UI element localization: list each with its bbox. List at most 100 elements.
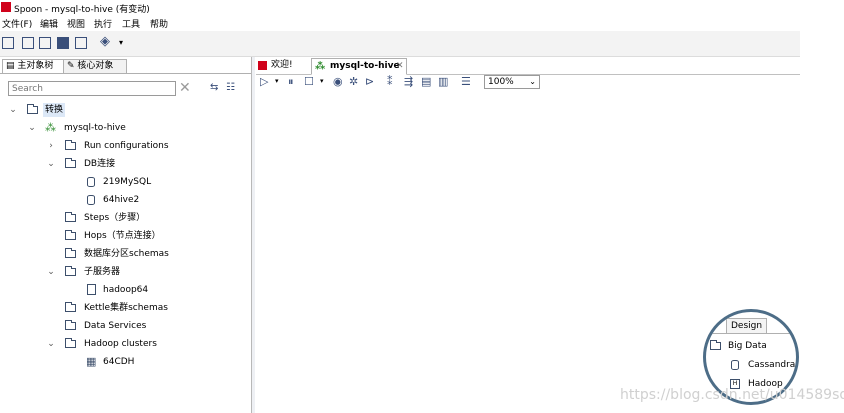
menu-help[interactable]: 帮助 xyxy=(150,17,168,30)
tree-tab-icon: ▤ xyxy=(6,61,18,71)
tab-mysql-to-hive-label: mysql-to-hive xyxy=(330,61,400,71)
pencil-icon: ✎ xyxy=(67,61,78,71)
tree-node-transformation[interactable]: ⌄ ⁂ mysql-to-hive xyxy=(0,119,250,137)
main-toolbar: ◈ ▾ xyxy=(0,31,800,57)
cassandra-icon xyxy=(731,360,739,370)
explore-db-icon[interactable]: ▥ xyxy=(438,75,448,88)
tree-label-run-configurations: Run configurations xyxy=(84,141,169,151)
tab-design[interactable]: Design xyxy=(726,318,768,333)
tab-mysql-to-hive[interactable]: ⁂ mysql-to-hive ✕ xyxy=(311,58,407,75)
zoom-value: 100% xyxy=(488,77,514,87)
transformation-icon: ⁂ xyxy=(315,61,326,72)
tree-node-root[interactable]: ⌄ 转换 xyxy=(0,101,250,119)
tree-node-64cdh[interactable]: ▦ 64CDH xyxy=(0,353,250,371)
menu-run[interactable]: 执行 xyxy=(94,17,112,30)
pause-icon[interactable]: ⏸ xyxy=(288,75,294,89)
tree-label-db-219mysql: 219MySQL xyxy=(103,177,152,187)
design-step-cassandra-label: Cassandra xyxy=(748,360,796,370)
design-category-label: Big Data xyxy=(728,341,767,351)
sql-icon[interactable]: ▤ xyxy=(421,75,431,88)
left-panel: ▤ 主对象树 ✎ 核心对象 ✕ ⇆ ☷ ⌄ 转换 ⌄ ⁂ mysql-to-hi… xyxy=(0,57,252,413)
tree-label-transformation: mysql-to-hive xyxy=(64,123,126,133)
chevron-down-icon[interactable]: ⌄ xyxy=(46,263,56,281)
open-file-icon[interactable] xyxy=(22,37,34,49)
transformation-icon: ⁂ xyxy=(45,121,56,134)
folder-icon xyxy=(65,140,76,150)
replay-icon[interactable]: ⊳ xyxy=(365,75,374,88)
chevron-down-icon[interactable]: ⌄ xyxy=(27,119,37,137)
tree-label-db-64hive2: 64hive2 xyxy=(103,195,140,205)
tree-node-cluster-schemas[interactable]: Kettle集群schemas xyxy=(0,299,250,317)
hadoop-cluster-icon: ▦ xyxy=(86,355,97,368)
chevron-down-icon: ⌄ xyxy=(529,77,536,86)
impact-icon[interactable]: ⇶ xyxy=(404,75,413,88)
tab-core-objects[interactable]: ✎ 核心对象 xyxy=(63,59,127,73)
watermark: https://blog.csdn.net/u014589sd xyxy=(620,387,844,403)
folder-icon xyxy=(65,230,76,240)
database-icon xyxy=(87,195,95,205)
tree-label-hadoop64: hadoop64 xyxy=(103,285,149,295)
tree-node-run-configurations[interactable]: › Run configurations xyxy=(0,137,250,155)
database-icon xyxy=(87,177,95,187)
design-category-big-data[interactable]: Big Data xyxy=(706,337,796,355)
search-input[interactable] xyxy=(8,81,176,96)
tab-main-tree[interactable]: ▤ 主对象树 xyxy=(2,59,66,73)
show-results-icon[interactable]: ☰ xyxy=(461,75,471,88)
explore-repository-icon[interactable] xyxy=(39,37,51,49)
tree-label-cluster-schemas: Kettle集群schemas xyxy=(84,303,168,313)
close-tab-icon[interactable]: ✕ xyxy=(396,59,404,74)
new-file-icon[interactable] xyxy=(2,37,14,49)
collapse-all-icon[interactable]: ⇆ xyxy=(210,82,218,93)
tree-label-hops: Hops（节点连接） xyxy=(84,231,161,241)
expand-all-icon[interactable]: ☷ xyxy=(226,82,235,93)
folder-icon xyxy=(65,320,76,330)
chevron-right-icon[interactable]: › xyxy=(46,137,56,155)
clear-search-icon[interactable]: ✕ xyxy=(179,81,191,95)
perspective-dropdown-icon[interactable]: ▾ xyxy=(119,38,123,47)
debug-icon[interactable]: ✲ xyxy=(349,75,358,88)
tab-divider xyxy=(0,73,251,74)
tree-label-partition-schemas: 数据库分区schemas xyxy=(84,249,169,259)
title-bar: Spoon - mysql-to-hive (有变动) xyxy=(0,0,844,15)
tree-node-db-connections[interactable]: ⌄ DB连接 xyxy=(0,155,250,173)
stop-icon[interactable]: ☐ xyxy=(304,75,314,88)
preview-icon[interactable]: ◉ xyxy=(333,75,343,88)
run-dropdown-icon[interactable]: ▾ xyxy=(275,77,279,85)
tree-node-db-64hive2[interactable]: 64hive2 xyxy=(0,191,250,209)
save-as-icon[interactable] xyxy=(75,37,87,49)
verify-icon[interactable]: ⁑ xyxy=(387,75,393,88)
tree-label-64cdh: 64CDH xyxy=(103,357,135,367)
tree-label-steps: Steps（步骤） xyxy=(84,213,146,223)
tab-design-label: Design xyxy=(731,321,763,331)
save-icon[interactable] xyxy=(57,37,69,49)
tree-node-hadoop-clusters[interactable]: ⌄ Hadoop clusters xyxy=(0,335,250,353)
tab-welcome[interactable]: 欢迎! xyxy=(258,58,306,73)
window-title: Spoon - mysql-to-hive (有变动) xyxy=(14,5,150,15)
folder-icon xyxy=(65,248,76,258)
chevron-down-icon[interactable]: ⌄ xyxy=(8,101,18,119)
menu-tools[interactable]: 工具 xyxy=(122,17,140,30)
run-icon[interactable]: ▷ xyxy=(260,75,268,88)
perspective-icon[interactable]: ◈ xyxy=(100,34,110,49)
menu-edit[interactable]: 编辑 xyxy=(40,17,58,30)
stop-dropdown-icon[interactable]: ▾ xyxy=(320,77,324,85)
tree-node-db-219mysql[interactable]: 219MySQL xyxy=(0,173,250,191)
zoom-select[interactable]: 100% ⌄ xyxy=(484,75,540,89)
chevron-down-icon[interactable]: ⌄ xyxy=(46,335,56,353)
chevron-down-icon[interactable]: ⌄ xyxy=(46,155,56,173)
tree-node-slave-servers[interactable]: ⌄ 子服务器 xyxy=(0,263,250,281)
panel-splitter[interactable] xyxy=(252,57,255,413)
tree-label-db-connections: DB连接 xyxy=(84,159,116,169)
tree-label-data-services: Data Services xyxy=(84,321,147,331)
menu-view[interactable]: 视图 xyxy=(67,17,85,30)
tree-node-data-services[interactable]: Data Services xyxy=(0,317,250,335)
design-step-cassandra[interactable]: Cassandra xyxy=(706,356,796,374)
tree-node-hadoop64[interactable]: hadoop64 xyxy=(0,281,250,299)
tree-node-partition-schemas[interactable]: 数据库分区schemas xyxy=(0,245,250,263)
design-tab-divider xyxy=(706,333,796,334)
menu-file[interactable]: 文件(F) xyxy=(2,17,32,30)
tree-label-slave-servers: 子服务器 xyxy=(84,267,121,277)
folder-icon xyxy=(65,302,76,312)
tree-node-steps[interactable]: Steps（步骤） xyxy=(0,209,250,227)
tree-node-hops[interactable]: Hops（节点连接） xyxy=(0,227,250,245)
